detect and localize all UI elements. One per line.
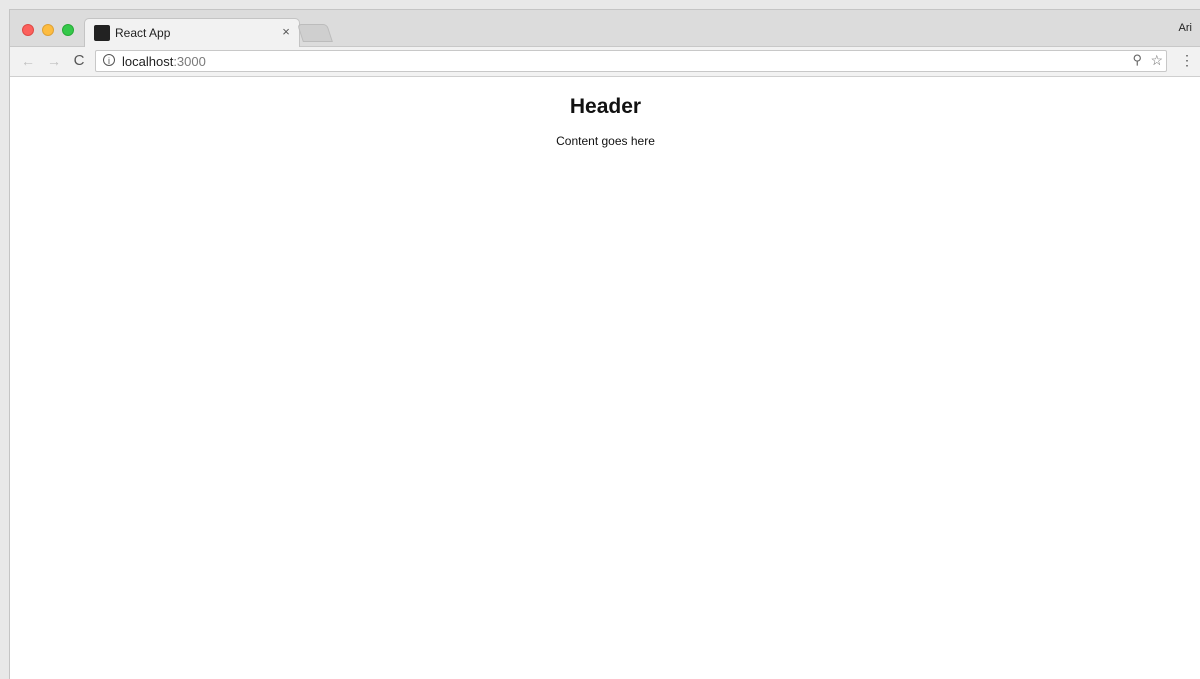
forward-arrow-icon[interactable]: → [46, 53, 62, 69]
back-arrow-icon[interactable]: ← [20, 53, 36, 69]
bookmark-star-icon[interactable]: ☆ [1150, 52, 1163, 69]
page-header: Header [569, 95, 642, 118]
browser-window: React App × Ari ← → C i localhost:3000 ⚲… [9, 9, 1200, 679]
tab-strip: React App × Ari [10, 10, 1200, 47]
profile-name[interactable]: Ari [1179, 22, 1192, 34]
minimize-window-button[interactable] [42, 24, 54, 36]
address-bar[interactable]: i localhost:3000 ⚲ ☆ [95, 50, 1167, 72]
tab-title: React App [115, 26, 171, 40]
menu-icon[interactable]: ⋮ [1180, 52, 1194, 68]
tab-react-app[interactable]: React App × [84, 18, 300, 47]
browser-toolbar: ← → C i localhost:3000 ⚲ ☆ ⋮ [10, 47, 1200, 77]
close-window-button[interactable] [22, 24, 34, 36]
maximize-window-button[interactable] [62, 24, 74, 36]
page-content: Content goes here [556, 134, 655, 148]
url-text[interactable]: localhost:3000 [122, 54, 206, 69]
close-tab-icon[interactable]: × [279, 25, 293, 39]
url-port: :3000 [173, 54, 206, 69]
new-tab-button[interactable] [297, 24, 333, 42]
zoom-icon[interactable]: ⚲ [1132, 52, 1142, 68]
react-favicon-icon [94, 25, 110, 41]
reload-icon[interactable]: C [71, 53, 87, 69]
info-icon[interactable]: i [103, 54, 115, 66]
url-host: localhost [122, 54, 174, 69]
page-viewport: Header Content goes here [10, 77, 1200, 679]
